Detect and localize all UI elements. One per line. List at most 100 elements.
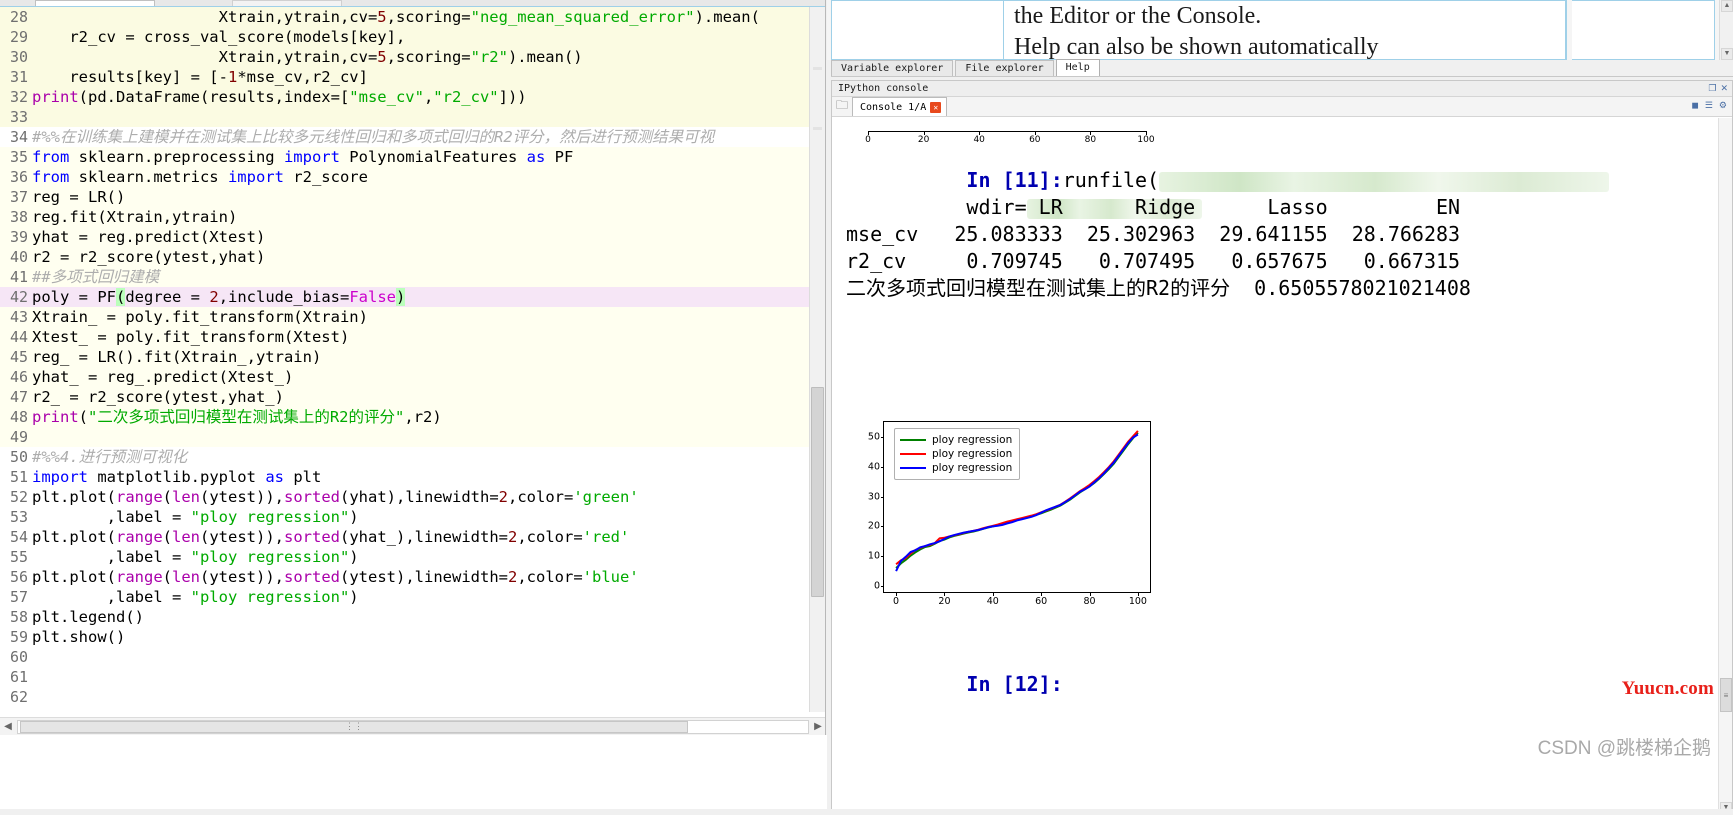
code-text: print("二次多项式回归模型在测试集上的R2的评分",r2) [32,408,442,426]
help-divider [1565,1,1566,59]
editor-horizontal-scrollbar[interactable]: ◀ ⋮⋮ ▶ [0,717,825,735]
code-line-59[interactable]: 59 plt.show() [0,627,810,647]
line-number: 33 [9,108,28,126]
code-line-55[interactable]: 55 ,label = "ploy regression") [0,547,810,567]
console-tab-bar[interactable]: 🗀 Console 1/A ✕ ◼ ☰ ⚙ [832,97,1732,117]
y-axis-tick [880,496,884,498]
line-number: 61 [9,668,28,686]
editor-vertical-scrollbar[interactable] [809,7,825,712]
console-tab[interactable]: Console 1/A ✕ [852,97,948,116]
code-line-48[interactable]: 48 print("二次多项式回归模型在测试集上的R2的评分",r2) [0,407,810,427]
code-text-area[interactable]: 28 Xtrain,ytrain,cv=5,scoring="neg_mean_… [0,7,810,712]
code-line-57[interactable]: 57 ,label = "ploy regression") [0,587,810,607]
line-number: 48 [9,408,28,426]
code-line-44[interactable]: 44 Xtest_ = poly.fit_transform(Xtest) [0,327,810,347]
code-line-46[interactable]: 46 yhat_ = reg_.predict(Xtest_) [0,367,810,387]
code-line-36[interactable]: 36 from sklearn.metrics import r2_score [0,167,810,187]
code-line-40[interactable]: 40 r2 = r2_score(ytest,yhat) [0,247,810,267]
y-axis-tick [880,436,884,438]
panel-close-icon[interactable]: ✕ [1720,83,1728,93]
line-number: 28 [9,8,28,26]
code-text: r2_ = r2_score(ytest,yhat_) [32,388,284,406]
code-line-42[interactable]: 42 poly = PF(degree = 2,include_bias=Fals… [0,287,810,307]
code-line-33[interactable]: 33 [0,107,810,127]
code-line-37[interactable]: 37 reg = LR() [0,187,810,207]
code-line-39[interactable]: 39 yhat = reg.predict(Xtest) [0,227,810,247]
panel-undock-icon[interactable]: ❐ [1708,83,1716,93]
y-axis-tick-label: 50 [867,431,880,443]
code-line-29[interactable]: 29 r2_cv = cross_val_score(models[key], [0,27,810,47]
help-scrollbar[interactable]: ▲ ▼ [1719,0,1733,60]
code-line-47[interactable]: 47 r2_ = r2_score(ytest,yhat_) [0,387,810,407]
code-line-43[interactable]: 43 Xtrain_ = poly.fit_transform(Xtrain) [0,307,810,327]
legend-color-swatch [900,466,926,470]
code-line-56[interactable]: 56 plt.plot(range(len(ytest)),sorted(ytes… [0,567,810,587]
help-scroll-down-arrow[interactable]: ▼ [1721,48,1733,60]
stop-icon[interactable]: ◼ [1691,100,1698,110]
y-axis-tick [880,526,884,528]
line-number: 58 [9,608,28,626]
code-line-45[interactable]: 45 reg_ = LR().fit(Xtrain_,ytrain) [0,347,810,367]
scroll-right-arrow[interactable]: ▶ [810,721,825,732]
code-line-30[interactable]: 30 Xtrain,ytrain,cv=5,scoring="r2").mean… [0,47,810,67]
code-text: yhat_ = reg_.predict(Xtest_) [32,368,294,386]
code-line-41[interactable]: 41 ##多项式回归建模 [0,267,810,287]
line-number: 49 [9,428,28,446]
code-text: plt.plot(range(len(ytest)),sorted(ytest)… [32,568,639,586]
editor-scroll-thumb[interactable] [811,387,824,597]
code-text: plt.plot(range(len(ytest)),sorted(yhat_)… [32,528,630,546]
y-axis-tick-label: 0 [873,580,880,592]
line-number: 50 [9,448,28,466]
options-icon[interactable]: ☰ [1705,100,1713,110]
code-line-31[interactable]: 31 results[key] = [-1*mse_cv,r2_cv] [0,67,810,87]
browse-tabs-icon[interactable]: 🗀 [832,96,852,117]
dock-tab-variable-explorer[interactable]: Variable explorer [831,60,954,76]
code-line-28[interactable]: 28 Xtrain,ytrain,cv=5,scoring="neg_mean_… [0,7,810,27]
scroll-left-arrow[interactable]: ◀ [0,721,16,732]
editor-tab-active[interactable] [35,0,155,6]
help-scroll-up-arrow[interactable]: ▲ [1721,0,1733,12]
dock-tab-help[interactable]: Help [1055,59,1100,76]
help-line-1: the Editor or the Console. [1014,3,1262,29]
editor-tab-inactive[interactable] [232,0,342,6]
dock-tab-bar[interactable]: Variable explorer File explorer Help [831,59,1733,77]
code-line-52[interactable]: 52 plt.plot(range(len(ytest)),sorted(yhat… [0,487,810,507]
line-number: 34 [9,128,28,146]
code-line-58[interactable]: 58 plt.legend() [0,607,810,627]
code-line-51[interactable]: 51 import matplotlib.pyplot as plt [0,467,810,487]
line-number: 44 [9,328,28,346]
code-line-50[interactable]: 50 #%%4.进行预测可视化 [0,447,810,467]
code-line-62[interactable]: 62 [0,687,810,707]
code-line-49[interactable]: 49 [0,427,810,447]
spyder-ide-window: 28 Xtrain,ytrain,cv=5,scoring="neg_mean_… [0,0,1733,815]
code-text: Xtest_ = poly.fit_transform(Xtest) [32,328,350,346]
code-line-32[interactable]: 32 print(pd.DataFrame(results,index=["mse… [0,87,810,107]
code-line-35[interactable]: 35 from sklearn.preprocessing import Poly… [0,147,810,167]
line-number: 36 [9,168,28,186]
watermark-csdn: CSDN @跳楼梯企鹅 [1537,738,1711,759]
console-output-area[interactable]: 0 20 40 60 80 100 In [11]:runfile( wdir= LR R… [832,118,1732,814]
code-line-53[interactable]: 53 ,label = "ploy regression") [0,507,810,527]
code-line-54[interactable]: 54 plt.plot(range(len(ytest)),sorted(yhat… [0,527,810,547]
code-line-61[interactable]: 61 [0,667,810,687]
gear-icon[interactable]: ⚙ [1719,100,1727,110]
code-line-60[interactable]: 60 [0,647,810,667]
editor-hscroll-thumb[interactable]: ⋮⋮ [20,720,688,733]
line-number: 30 [9,48,28,66]
code-line-34[interactable]: 34 #%%在训练集上建模并在测试集上比较多元线性回归和多项式回归的R2评分，然后… [0,127,810,147]
dock-tab-file-explorer[interactable]: File explorer [955,60,1054,76]
matplotlib-figure: ploy regression ploy regression ploy regre… [852,418,1158,620]
console-scroll-thumb[interactable]: ≡ [1720,678,1732,712]
code-text: yhat = reg.predict(Xtest) [32,228,266,246]
editor-tab-strip[interactable] [0,0,825,7]
code-text: ##多项式回归建模 [32,268,160,286]
code-line-38[interactable]: 38 reg.fit(Xtrain,ytrain) [0,207,810,227]
legend-color-swatch [900,452,926,456]
editor-pane: 28 Xtrain,ytrain,cv=5,scoring="neg_mean_… [0,0,826,735]
previous-figure-axis-remnant: 0 20 40 60 80 100 [846,118,1158,145]
y-axis-tick-label: 30 [867,491,880,503]
legend-entry: ploy regression [900,461,1012,475]
console-scrollbar[interactable]: ≡ ▼ [1718,118,1732,814]
close-icon[interactable]: ✕ [930,101,942,113]
x-axis-tick [1089,592,1091,596]
